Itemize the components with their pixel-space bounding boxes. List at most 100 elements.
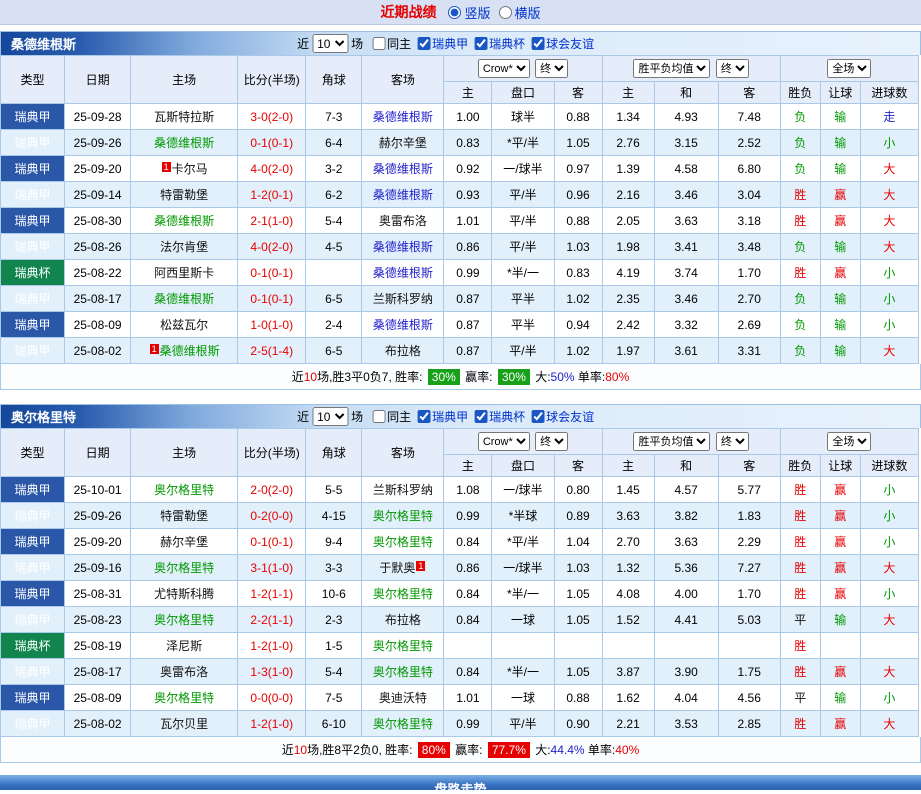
home-handicap-odds-cell: 0.84 [444,529,492,555]
team-name[interactable]: 奥尔格里特 [154,483,214,497]
goals-result-cell: 小 [860,685,918,711]
filter-option[interactable]: 瑞典甲 [411,408,468,425]
filter-checkbox[interactable] [531,37,544,50]
team-name[interactable]: 奥尔格里特 [373,535,433,549]
win-odds-cell: 1.62 [602,685,654,711]
team-name[interactable]: 阿西里斯卡 [154,266,214,280]
handicap-result-cell: 赢 [820,529,860,555]
filter-option[interactable]: 球会友谊 [525,35,594,52]
filter-option[interactable]: 同主 [366,35,411,52]
team-name[interactable]: 桑德维根斯 [154,136,214,150]
team-name[interactable]: 桑德维根斯 [373,266,433,280]
lose-odds-cell: 3.31 [718,338,780,364]
team-name[interactable]: 奥尔格里特 [373,717,433,731]
result-text: 负 [794,318,806,332]
team-name[interactable]: 奥雷布洛 [160,665,208,679]
filter-option[interactable]: 瑞典杯 [468,408,525,425]
team-name[interactable]: 尤特斯科腾 [154,587,214,601]
win-odds-cell: 1.39 [602,156,654,182]
bookmaker-select[interactable]: Crow* [478,59,530,78]
draw-odds-cell: 4.00 [654,581,718,607]
vertical-view-label: 竖版 [464,3,490,22]
team-name[interactable]: 卡尔马 [172,162,208,176]
odds-average-select[interactable]: 胜平负均值 [633,432,710,451]
filter-checkbox[interactable] [474,37,487,50]
win-odds-cell: 1.52 [602,607,654,633]
scope-select[interactable]: 全场 [827,59,871,78]
odds-average-select[interactable]: 胜平负均值 [633,59,710,78]
team-name[interactable]: 奥尔格里特 [154,561,214,575]
filter-option[interactable]: 球会友谊 [525,408,594,425]
team-name[interactable]: 布拉格 [385,613,421,627]
team-name[interactable]: 奥雷布洛 [379,214,427,228]
team-name[interactable]: 桑德维根斯 [373,162,433,176]
away-team-cell: 奥雷布洛 [362,208,444,234]
team-name[interactable]: 泽尼斯 [166,639,202,653]
europe-odds-group: 胜平负均值 终 [602,56,780,82]
team-name[interactable]: 于默奥 [379,561,415,575]
filter-checkbox[interactable] [372,37,385,50]
team-name[interactable]: 赫尔辛堡 [160,535,208,549]
team-name[interactable]: 瓦斯特拉斯 [154,110,214,124]
match-count-select[interactable]: 10 [312,34,348,53]
lose-odds-cell: 1.75 [718,659,780,685]
rate-badge: 30% [428,369,460,385]
filter-option[interactable]: 同主 [366,408,411,425]
handicap-result-text: 赢 [834,717,846,731]
team-name[interactable]: 特雷勒堡 [160,188,208,202]
match-row: 瑞典甲25-08-17桑德维根斯0-1(0-1)6-5兰斯科罗纳0.87平半1.… [1,286,919,312]
team-name[interactable]: 桑德维根斯 [373,240,433,254]
filter-checkbox[interactable] [417,37,430,50]
team-name[interactable]: 桑德维根斯 [154,292,214,306]
scope-select[interactable]: 全场 [827,432,871,451]
goals-result-text: 小 [883,509,895,523]
col-type: 类型 [1,56,65,104]
filter-checkbox[interactable] [372,410,385,423]
vertical-view-radio[interactable] [448,6,461,19]
team-name[interactable]: 桑德维根斯 [373,110,433,124]
filter-checkbox[interactable] [417,410,430,423]
filter-option[interactable]: 瑞典杯 [468,35,525,52]
home-team-cell: 奥雷布洛 [131,659,238,685]
corner-cell: 5-5 [306,477,362,503]
team-name[interactable]: 奥尔格里特 [154,691,214,705]
handicap-odds-group: Crow* 终 [444,56,602,82]
handicap-state-select[interactable]: 终 [535,59,568,78]
team-name[interactable]: 兰斯科罗纳 [373,292,433,306]
team-name[interactable]: 桑德维根斯 [160,344,220,358]
team-name[interactable]: 法尔肯堡 [160,240,208,254]
handicap-line-cell: *半球 [492,503,554,529]
europe-state-select[interactable]: 终 [716,432,749,451]
team-name[interactable]: 瓦尔贝里 [160,717,208,731]
team-name[interactable]: 布拉格 [385,344,421,358]
filter-checkbox[interactable] [474,410,487,423]
team-name[interactable]: 奥尔格里特 [373,587,433,601]
team-name[interactable]: 奥尔格里特 [154,613,214,627]
team-name[interactable]: 赫尔辛堡 [379,136,427,150]
team-name[interactable]: 桑德维根斯 [373,318,433,332]
match-count-select[interactable]: 10 [312,407,348,426]
filter-checkbox[interactable] [531,410,544,423]
view-option-vertical[interactable]: 竖版 [448,3,490,22]
europe-state-select[interactable]: 终 [716,59,749,78]
stats-summary: 近10场,胜8平2负0, 胜率: 80% 赢率: 77.7% 大:44.4% 单… [0,737,921,763]
team-name[interactable]: 桑德维根斯 [154,214,214,228]
team-name[interactable]: 桑德维根斯 [373,188,433,202]
view-option-horizontal[interactable]: 横版 [499,3,541,22]
team-name[interactable]: 奥尔格里特 [373,639,433,653]
team-name[interactable]: 特雷勒堡 [160,509,208,523]
bookmaker-select[interactable]: Crow* [478,432,530,451]
team-name[interactable]: 松兹瓦尔 [160,318,208,332]
away-handicap-odds-cell: 1.05 [554,581,602,607]
handicap-state-select[interactable]: 终 [535,432,568,451]
win-odds-cell: 2.05 [602,208,654,234]
result-cell: 胜 [780,633,820,659]
away-handicap-odds-cell: 0.88 [554,104,602,130]
team-name[interactable]: 奥尔格里特 [373,665,433,679]
filter-option[interactable]: 瑞典甲 [411,35,468,52]
team-name[interactable]: 奥迪沃特 [379,691,427,705]
horizontal-view-radio[interactable] [499,6,512,19]
team-name[interactable]: 奥尔格里特 [373,509,433,523]
corner-cell [306,260,362,286]
team-name[interactable]: 兰斯科罗纳 [373,483,433,497]
